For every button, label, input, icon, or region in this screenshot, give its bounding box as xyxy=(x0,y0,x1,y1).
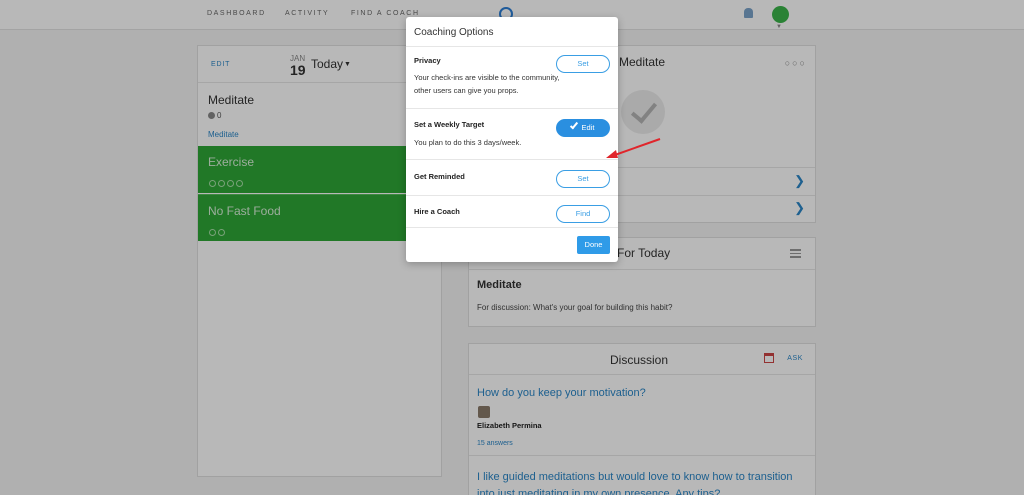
divider xyxy=(406,159,618,160)
check-icon xyxy=(569,120,578,130)
hire-coach-find-button[interactable]: Find xyxy=(556,205,610,223)
modal-title: Coaching Options xyxy=(414,27,494,38)
divider xyxy=(406,108,618,109)
get-reminded-title: Get Reminded xyxy=(414,172,465,181)
get-reminded-set-button[interactable]: Set xyxy=(556,170,610,188)
divider xyxy=(406,227,618,228)
weekly-target-title: Set a Weekly Target xyxy=(414,120,485,129)
privacy-set-button[interactable]: Set xyxy=(556,55,610,73)
divider xyxy=(406,195,618,196)
done-button[interactable]: Done xyxy=(577,236,610,254)
weekly-target-edit-button[interactable]: Edit xyxy=(556,119,610,137)
weekly-target-description: You plan to do this 3 days/week. xyxy=(414,138,522,147)
annotation-arrow-icon xyxy=(606,138,661,158)
coaching-options-modal: Coaching Options Privacy Your check-ins … xyxy=(406,17,618,262)
hire-coach-title: Hire a Coach xyxy=(414,207,460,216)
privacy-description: Your check-ins are visible to the commun… xyxy=(414,73,560,95)
edit-label: Edit xyxy=(581,123,595,132)
privacy-title: Privacy xyxy=(414,56,441,65)
divider xyxy=(406,46,618,47)
